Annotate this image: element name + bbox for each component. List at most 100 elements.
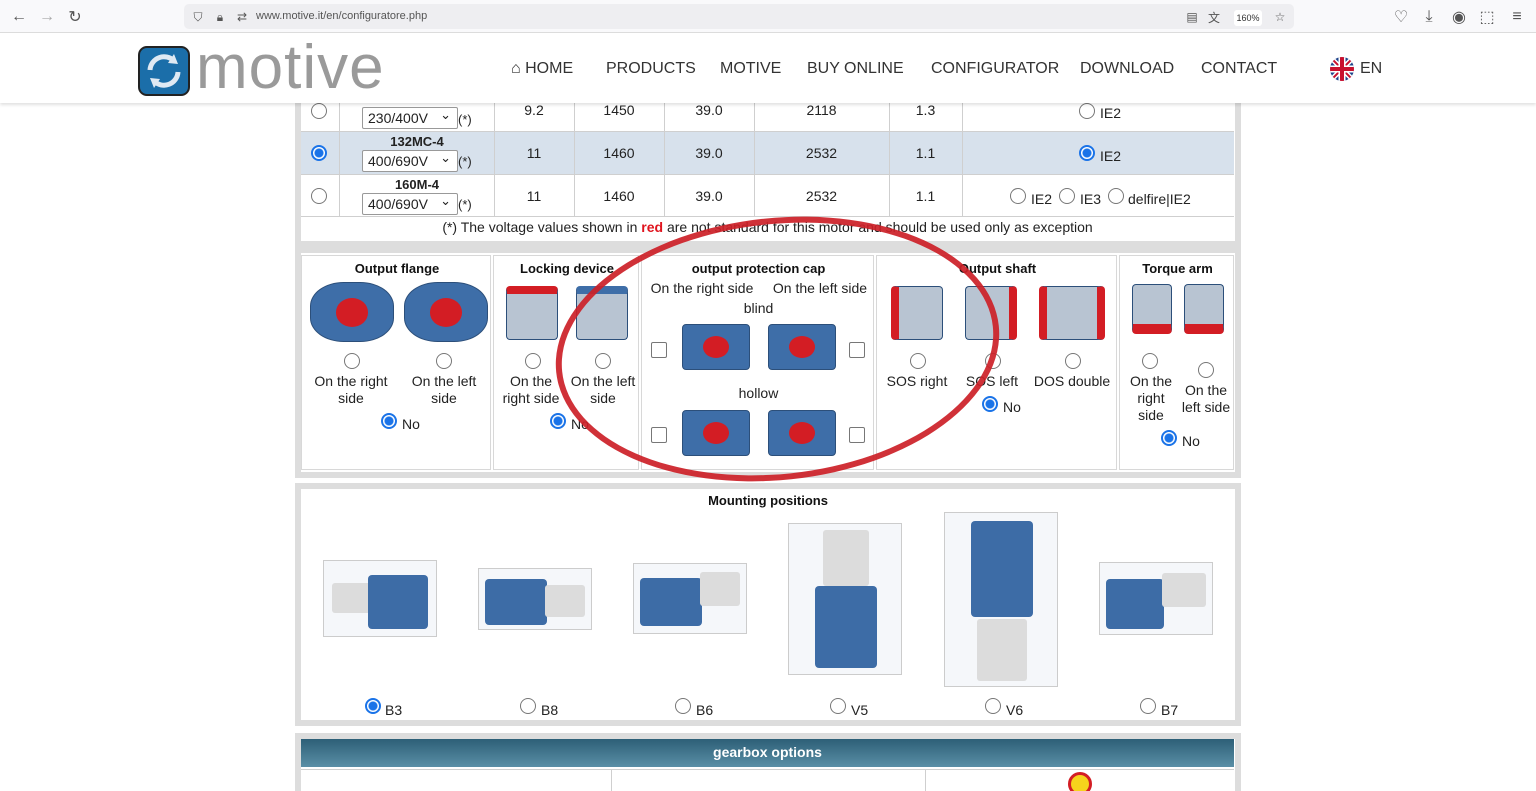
- mount-b6-radio[interactable]: [675, 698, 691, 714]
- table-cell: 11: [526, 145, 542, 161]
- voltage-select[interactable]: 230/400V: [362, 107, 458, 129]
- nav-download[interactable]: DOWNLOAD: [1080, 60, 1174, 78]
- option-label: On the right side: [314, 373, 388, 406]
- flange-left-radio[interactable]: [436, 353, 452, 369]
- shield-icon: ⛉: [193, 9, 203, 24]
- nav-products[interactable]: PRODUCTS: [606, 60, 696, 78]
- locking-right-image: [506, 286, 558, 340]
- motive-logo-icon[interactable]: [138, 46, 190, 96]
- shaft-dos-radio[interactable]: [1065, 353, 1081, 369]
- mount-v5-image[interactable]: [788, 523, 902, 675]
- mount-b8-radio[interactable]: [520, 698, 536, 714]
- mount-b6-image[interactable]: [633, 563, 747, 634]
- mount-b8-image[interactable]: [478, 568, 592, 630]
- account-icon[interactable]: ◉: [1448, 6, 1470, 28]
- motor-radio[interactable]: [311, 103, 327, 119]
- atex-warning-icon: [1068, 772, 1092, 791]
- home-icon: ⌂: [511, 60, 521, 77]
- flange-right-radio[interactable]: [344, 353, 360, 369]
- torque-arm-panel: Torque arm On the right side On the left…: [1119, 255, 1234, 470]
- language-selector[interactable]: EN: [1330, 57, 1382, 81]
- option-label: No: [402, 416, 420, 432]
- mount-label: B8: [541, 702, 559, 718]
- motor-radio[interactable]: [311, 145, 327, 161]
- torque-right-radio[interactable]: [1142, 353, 1158, 369]
- flange-left-image: [404, 282, 488, 342]
- mount-v6-image[interactable]: [944, 512, 1058, 687]
- torque-left-radio[interactable]: [1198, 362, 1214, 378]
- table-cell: 1.1: [915, 188, 936, 204]
- url-text[interactable]: www.motive.it/en/configuratore.php: [256, 10, 427, 22]
- table-cell: 11: [526, 188, 542, 204]
- browser-toolbar: ← → ↻ ⛉ 🔒︎ ⇄ www.motive.it/en/configurat…: [0, 0, 1536, 33]
- mount-b7-image[interactable]: [1099, 562, 1213, 635]
- nav-home[interactable]: ⌂ HOME: [511, 60, 573, 78]
- shaft-double-image: [1039, 286, 1105, 340]
- uk-flag-icon: [1330, 57, 1354, 81]
- brand-name[interactable]: motive: [196, 33, 385, 103]
- voltage-note-mark: (*): [458, 197, 472, 212]
- nav-motive[interactable]: MOTIVE: [720, 60, 781, 78]
- option-label: On the right side: [502, 373, 560, 406]
- nav-buy-online[interactable]: BUY ONLINE: [807, 60, 904, 78]
- efficiency-label: IE2: [1100, 105, 1122, 121]
- extensions-icon[interactable]: ⬚: [1476, 6, 1498, 28]
- voltage-select[interactable]: 400/690V: [362, 150, 458, 172]
- mount-label: V6: [1006, 702, 1024, 718]
- option-label: No: [1182, 433, 1200, 449]
- efficiency-radio[interactable]: [1108, 188, 1124, 204]
- mount-b3-image[interactable]: [323, 560, 437, 637]
- mount-label: V5: [851, 702, 869, 718]
- table-cell: 9.2: [524, 102, 544, 118]
- mount-v6-radio[interactable]: [985, 698, 1001, 714]
- torque-no-radio[interactable]: [1161, 430, 1177, 446]
- efficiency-label: IE2: [1100, 148, 1122, 164]
- permissions-icon: ⇄: [236, 10, 248, 24]
- table-cell: 1.1: [915, 145, 936, 161]
- pocket-icon[interactable]: ♡: [1390, 6, 1412, 28]
- gearbox-options-banner: gearbox options: [301, 739, 1234, 767]
- zoom-level[interactable]: 160%: [1234, 10, 1262, 26]
- download-icon[interactable]: ⤓: [1418, 6, 1440, 28]
- efficiency-radio[interactable]: [1079, 103, 1095, 119]
- mount-label: B3: [385, 702, 403, 718]
- mount-b7-radio[interactable]: [1140, 698, 1156, 714]
- reader-view-icon[interactable]: ▤: [1184, 9, 1200, 25]
- option-label: On the left side: [1181, 382, 1231, 415]
- option-label: On the left side: [411, 373, 477, 406]
- efficiency-label: delfire|IE2: [1128, 191, 1191, 207]
- address-bar[interactable]: ⛉ 🔒︎ ⇄ www.motive.it/en/configuratore.ph…: [184, 4, 1294, 29]
- flange-no-radio[interactable]: [381, 413, 397, 429]
- motor-radio[interactable]: [311, 188, 327, 204]
- efficiency-radio[interactable]: [1059, 188, 1075, 204]
- mount-b3-radio[interactable]: [365, 698, 381, 714]
- voltage-select[interactable]: 400/690V: [362, 193, 458, 215]
- torque-right-image: [1132, 284, 1172, 334]
- locking-right-radio[interactable]: [525, 353, 541, 369]
- table-cell: 39.0: [695, 145, 723, 161]
- menu-icon[interactable]: ≡: [1506, 6, 1528, 28]
- motor-name: 160M-4: [394, 177, 440, 192]
- nav-contact[interactable]: CONTACT: [1201, 60, 1277, 78]
- mount-v5-radio[interactable]: [830, 698, 846, 714]
- translate-icon[interactable]: 文: [1206, 9, 1222, 25]
- back-icon[interactable]: ←: [8, 6, 30, 28]
- nav-configurator[interactable]: CONFIGURATOR: [931, 60, 1059, 78]
- table-cell: 39.0: [695, 102, 723, 118]
- flange-right-image: [310, 282, 394, 342]
- forward-icon[interactable]: →: [36, 6, 58, 28]
- mount-label: B7: [1161, 702, 1179, 718]
- efficiency-label: IE3: [1080, 191, 1102, 207]
- lock-icon: 🔒︎: [216, 9, 224, 24]
- table-cell: 1.3: [915, 102, 936, 118]
- torque-left-image: [1184, 284, 1224, 334]
- shaft-no-radio[interactable]: [982, 396, 998, 412]
- efficiency-radio[interactable]: [1010, 188, 1026, 204]
- panel-title: Output flange: [354, 261, 440, 276]
- table-cell: 2118: [806, 102, 837, 118]
- efficiency-radio[interactable]: [1079, 145, 1095, 161]
- bookmark-star-icon[interactable]: ☆: [1272, 9, 1288, 25]
- reload-icon[interactable]: ↻: [64, 6, 86, 28]
- locking-no-radio[interactable]: [550, 413, 566, 429]
- panel-title: Torque arm: [1142, 261, 1213, 276]
